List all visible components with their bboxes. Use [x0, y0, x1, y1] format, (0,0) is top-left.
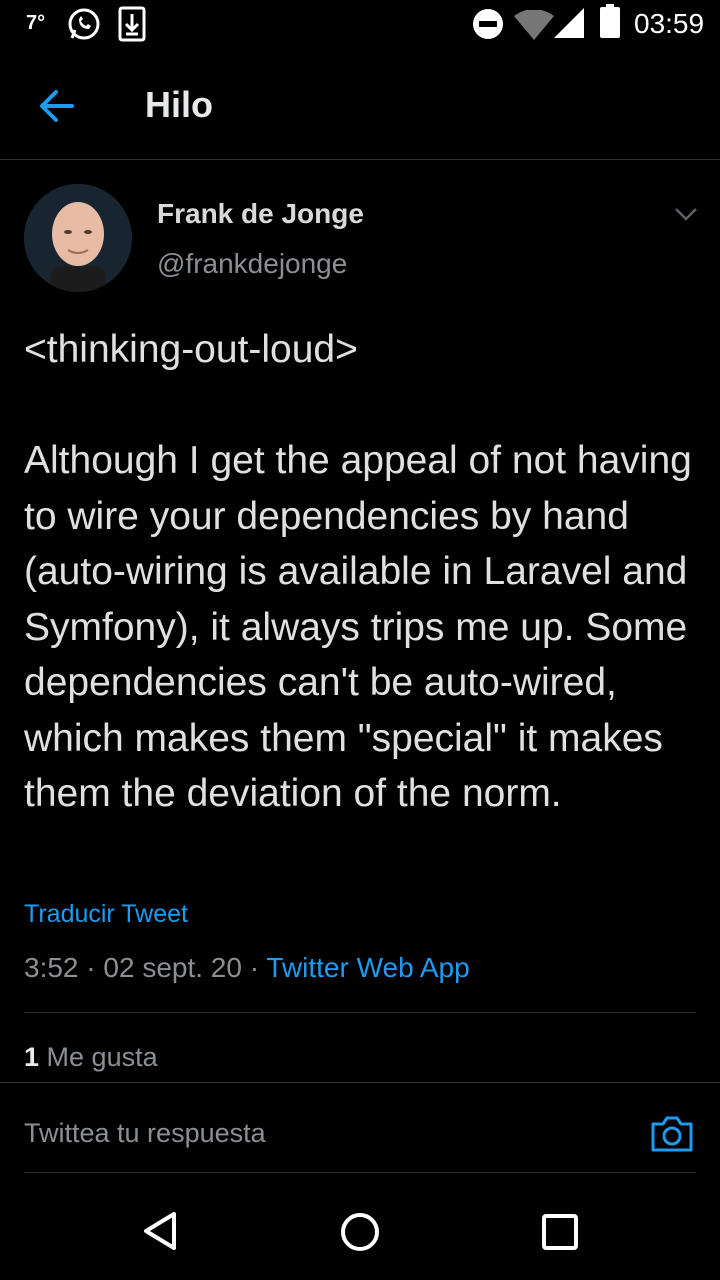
recents-square-icon[interactable] [540, 1212, 580, 1252]
likes-stat[interactable]: 1 Me gusta [24, 1042, 158, 1073]
avatar[interactable] [24, 184, 132, 292]
home-circle-icon[interactable] [338, 1210, 382, 1254]
arrow-left-icon[interactable] [36, 86, 76, 126]
divider [24, 1172, 696, 1173]
author-name[interactable]: Frank de Jonge [157, 198, 364, 230]
meta-separator: · [78, 952, 104, 983]
signal-icon [554, 8, 584, 38]
likes-label: Me gusta [46, 1042, 158, 1072]
camera-icon[interactable] [650, 1112, 694, 1156]
clock-time: 03:59 [634, 8, 705, 39]
system-nav-bar [0, 1180, 720, 1280]
tweet-text: <thinking-out-loud> Although I get the a… [24, 328, 692, 815]
source-app-link[interactable]: Twitter Web App [266, 952, 469, 983]
download-icon [118, 6, 146, 42]
meta-separator: · [241, 952, 267, 983]
wifi-icon [514, 10, 554, 40]
tweet-date: 02 sept. 20 [103, 952, 242, 983]
top-app-bar: Hilo [0, 50, 720, 160]
status-bar: 7° 03:59 [0, 0, 720, 48]
translate-tweet-link[interactable]: Traducir Tweet [24, 900, 188, 929]
tweet-meta: 3:52 · 02 sept. 20 · Twitter Web App [24, 952, 470, 984]
tweet-time: 3:52 [24, 952, 79, 983]
reply-input[interactable]: Twittea tu respuesta [24, 1118, 266, 1149]
likes-count: 1 [24, 1042, 40, 1072]
temperature-label: 7° [26, 12, 46, 34]
divider [0, 1082, 720, 1083]
divider [24, 1012, 696, 1013]
page-title: Hilo [145, 84, 213, 125]
chevron-down-icon[interactable] [672, 200, 700, 228]
back-triangle-icon[interactable] [140, 1210, 182, 1252]
whatsapp-icon [68, 8, 100, 40]
battery-icon [600, 4, 620, 38]
author-handle[interactable]: @frankdejonge [157, 248, 347, 280]
do-not-disturb-icon [473, 9, 503, 39]
